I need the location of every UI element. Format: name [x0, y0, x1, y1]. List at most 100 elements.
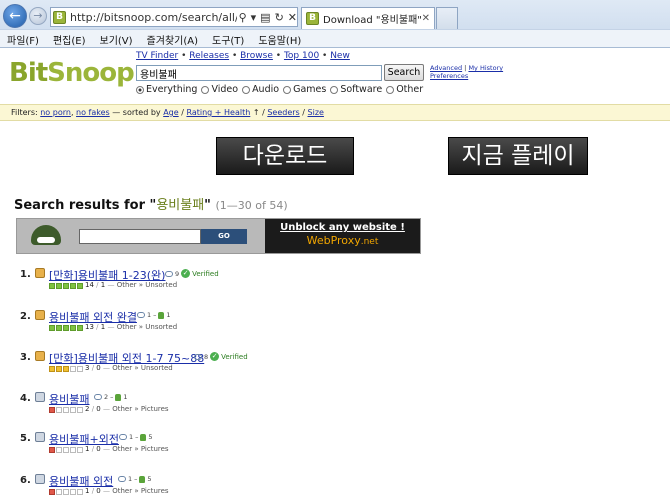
result-stats: 13 / 1 — Other » Unsorted: [85, 323, 178, 331]
category-software[interactable]: Software: [330, 84, 382, 95]
bitsnoop-logo[interactable]: BitSnoop: [9, 58, 135, 88]
thumbs-up-icon: [140, 433, 147, 441]
radio-icon[interactable]: [330, 85, 339, 94]
seeders-count: 2: [85, 405, 90, 413]
radio-icon[interactable]: [386, 85, 395, 94]
radio-selected-icon[interactable]: [136, 85, 144, 94]
category-audio[interactable]: Audio: [242, 84, 279, 95]
nav-top-100[interactable]: Top 100: [284, 51, 319, 61]
ad-headline[interactable]: Unblock any website !: [265, 222, 420, 233]
dropdown-icon[interactable]: ▾: [251, 11, 257, 24]
my-history-link[interactable]: My History: [468, 64, 503, 72]
search-button[interactable]: Search: [384, 64, 424, 81]
menu-tools[interactable]: 도구(T): [205, 30, 251, 47]
verified-label: Verified: [221, 352, 248, 361]
health-segment: [49, 283, 55, 289]
download-button[interactable]: 다운로드: [216, 137, 354, 175]
browser-chrome: ← → B http://bitsnoop.com/search/all/%EC…: [0, 0, 670, 48]
menu-view[interactable]: 보기(V): [93, 30, 140, 47]
ad-right-panel[interactable]: Unblock any website ! WebProxy.net: [265, 219, 420, 253]
result-category: Other » Unsorted: [116, 323, 178, 331]
new-tab-button[interactable]: [436, 7, 458, 29]
category-games[interactable]: Games: [283, 84, 326, 95]
result-row: 3. [만화]용비불패 외전 1-7 75~88 8 ✓ Verified 3 / 0 —…: [20, 349, 660, 379]
webproxy-ad[interactable]: GO Unblock any website ! WebProxy.net: [16, 218, 421, 254]
radio-icon[interactable]: [242, 85, 251, 94]
category-other[interactable]: Other: [386, 84, 423, 95]
results-heading: Search results for "용비불패" (1—30 of 54): [14, 198, 288, 213]
health-bar: [49, 407, 83, 413]
result-stats: 2 / 0 — Other » Pictures: [85, 405, 169, 413]
forward-icon[interactable]: →: [29, 7, 47, 25]
ad-brand: WebProxy.net: [306, 234, 379, 247]
advanced-link[interactable]: Advanced: [430, 64, 462, 72]
leechers-count: 1: [100, 323, 106, 331]
category-video[interactable]: Video: [201, 84, 238, 95]
seeders-count: 3: [85, 364, 90, 372]
search-icon[interactable]: ⚲: [239, 11, 247, 24]
leechers-count: 0: [96, 487, 101, 495]
ad-url-input[interactable]: [79, 229, 201, 244]
result-number: 4.: [20, 393, 31, 404]
health-segment: [77, 325, 83, 331]
sort-seeders[interactable]: Seeders: [267, 108, 299, 117]
nav-releases[interactable]: Releases: [189, 51, 229, 61]
comment-count: 9: [175, 269, 180, 278]
nav-new[interactable]: New: [330, 51, 350, 61]
result-meta: 9 ✓ Verified: [165, 269, 219, 278]
sort-size[interactable]: Size: [308, 108, 324, 117]
radio-icon[interactable]: [201, 85, 210, 94]
menu-edit[interactable]: 편집(E): [46, 30, 93, 47]
verified-check-icon: ✓: [181, 269, 191, 278]
thumbs-count: 5: [148, 433, 153, 441]
pictures-icon: [35, 392, 45, 402]
stop-icon[interactable]: ✕: [288, 11, 297, 24]
pictures-icon: [35, 474, 45, 484]
compat-icon[interactable]: ▤: [260, 11, 270, 24]
tab-close-icon[interactable]: ✕: [422, 13, 430, 24]
result-row: 4. 용비불패 2–1 2 / 0 — Other » Pictures: [20, 390, 660, 420]
menu-help[interactable]: 도움말(H): [251, 30, 308, 47]
ad-go-button[interactable]: GO: [201, 229, 247, 244]
result-category: Other » Unsorted: [112, 364, 173, 372]
sort-rating-health[interactable]: Rating + Health: [186, 108, 250, 117]
radio-icon[interactable]: [283, 85, 292, 94]
package-icon: [35, 310, 45, 320]
refresh-icon[interactable]: ↻: [275, 11, 284, 24]
package-icon: [35, 351, 45, 361]
result-title-link[interactable]: 용비불패: [49, 391, 89, 407]
category-everything[interactable]: Everything: [136, 84, 197, 95]
filter-no-porn[interactable]: no porn: [40, 108, 71, 117]
health-segment: [77, 489, 83, 495]
site-header: BitSnoop TV Finder • Releases • Browse •…: [0, 48, 670, 100]
menu-bar: 파일(F) 편집(E) 보기(V) 즐겨찾기(A) 도구(T) 도움말(H): [0, 29, 670, 47]
back-icon[interactable]: ←: [3, 4, 27, 28]
health-segment: [70, 407, 76, 413]
seeders-count: 13: [85, 323, 94, 331]
menu-favorites[interactable]: 즐겨찾기(A): [140, 30, 205, 47]
result-stats: 1 / 0 — Other » Pictures: [85, 445, 169, 453]
browser-tab[interactable]: B Download "용비불패" torre... ✕: [301, 7, 435, 29]
filter-no-fakes[interactable]: no fakes: [76, 108, 110, 117]
address-bar[interactable]: B http://bitsnoop.com/search/all/%EC%9A%…: [50, 7, 298, 27]
nav-tv-finder[interactable]: TV Finder: [136, 51, 178, 61]
result-meta: 1–1: [137, 311, 171, 319]
preferences-link[interactable]: Preferences: [430, 72, 468, 80]
thumbs-up-icon: [139, 475, 146, 483]
result-number: 1.: [20, 269, 31, 280]
sort-age[interactable]: Age: [163, 108, 178, 117]
leechers-count: 1: [100, 281, 106, 289]
health-segment: [63, 489, 69, 495]
thumbs-up-icon: [115, 393, 122, 401]
comment-icon: [165, 270, 173, 277]
nav-browse[interactable]: Browse: [240, 51, 273, 61]
health-bar: [49, 283, 83, 289]
comment-count: 1: [128, 475, 133, 483]
address-text[interactable]: http://bitsnoop.com/search/all/%EC%9A%A9…: [70, 11, 237, 24]
result-meta: 1–5: [118, 475, 152, 483]
menu-file[interactable]: 파일(F): [0, 30, 46, 47]
play-now-button[interactable]: 지금 플레이: [448, 137, 588, 175]
seeders-count: 1: [85, 445, 90, 453]
search-input[interactable]: [136, 65, 382, 81]
health-segment: [63, 407, 69, 413]
